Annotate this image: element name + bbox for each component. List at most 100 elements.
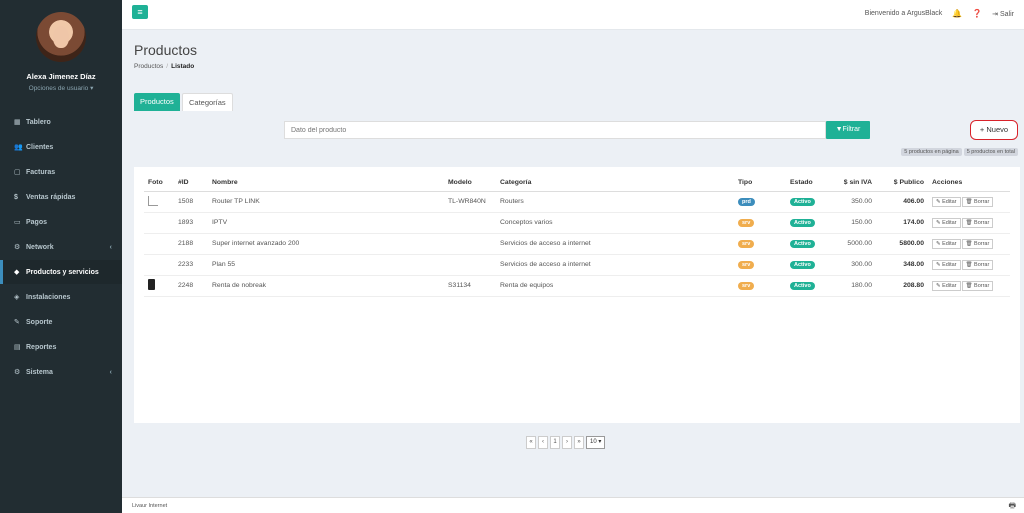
cell-net-price: 150.00 [824,212,876,234]
breadcrumb-separator: / [166,63,169,70]
cell-model: TL-WR840N [444,191,496,213]
sidebar-item-instalaciones[interactable]: ◈ Instalaciones [0,285,122,309]
sidebar-item-network[interactable]: ⚙ Network ‹ [0,235,122,259]
sidebar-item-productos[interactable]: ◆ Productos y servicios [0,260,122,284]
cell-actions: ✎ Editar 🗑 Borrar [928,254,1010,276]
products-panel: Foto #ID Nombre Modelo Categoría Tipo Es… [134,167,1020,423]
col-acciones: Acciones [928,175,1010,192]
footer: Livaur Internet 🖶 [122,497,1024,513]
cell-name: Router TP LINK [208,191,444,213]
router-icon [148,195,158,206]
help-icon[interactable]: ❓ [972,9,982,18]
tab-categorias[interactable]: Categorías [182,93,233,111]
type-badge: prd [738,197,755,206]
cell-model [444,212,496,234]
next-page-button[interactable]: › [562,436,572,449]
cell-id: 2233 [174,254,208,276]
printer-icon[interactable]: 🖶 [1008,498,1016,513]
new-product-button[interactable]: + Nuevo [970,120,1018,140]
sidebar-item-pagos[interactable]: ▭ Pagos [0,210,122,234]
table-row: 2248 Renta de nobreak S31134 Renta de eq… [144,275,1010,297]
total-count-badge: 5 productos en total [963,148,1018,156]
product-photo [144,212,174,234]
type-badge: srv [738,218,755,227]
edit-button[interactable]: ✎ Editar [932,217,961,228]
logout-icon: ⇥ [992,10,1000,18]
product-photo [144,254,174,276]
sidebar-item-facturas[interactable]: ▢ Facturas [0,160,122,184]
edit-button[interactable]: ✎ Editar [932,196,961,207]
cell-type: srv [734,275,786,297]
delete-button[interactable]: 🗑 Borrar [961,259,994,270]
sidebar: Alexa Jimenez Díaz Opciones de usuario ▾… [0,0,122,513]
delete-button[interactable]: 🗑 Borrar [961,280,994,291]
col-foto: Foto [144,175,174,192]
cell-type: srv [734,233,786,255]
cell-net-price: 350.00 [824,191,876,213]
tab-productos[interactable]: Productos [134,93,180,111]
last-page-button[interactable]: » [574,436,584,449]
per-page-select[interactable]: 10 ▾ [586,436,606,449]
col-nombre: Nombre [208,175,444,192]
cell-id: 1508 [174,191,208,213]
breadcrumb-current: Listado [171,63,195,70]
status-badge: Activo [790,239,815,248]
cell-type: srv [734,254,786,276]
first-page-button[interactable]: « [526,436,536,449]
products-table: Foto #ID Nombre Modelo Categoría Tipo Es… [144,175,1010,297]
page-1-button[interactable]: 1 [550,436,560,449]
wrench-icon: ✎ [14,319,20,326]
chevron-left-icon: ‹ [109,243,112,251]
cell-status: Activo [786,254,824,276]
cell-type: prd [734,191,786,213]
cell-category: Conceptos varios [496,212,734,234]
card-icon: ▭ [14,219,21,226]
cell-model [444,254,496,276]
gears-icon: ⚙ [14,369,21,376]
delete-button[interactable]: 🗑 Borrar [961,217,994,228]
edit-button[interactable]: ✎ Editar [932,280,961,291]
breadcrumb: Productos / Listado [134,63,194,70]
bell-icon[interactable]: 🔔 [952,9,962,18]
status-badge: Activo [790,281,815,290]
sidebar-item-sistema[interactable]: ⚙ Sistema ‹ [0,360,122,384]
cell-actions: ✎ Editar 🗑 Borrar [928,191,1010,213]
users-icon: 👥 [14,144,23,151]
cell-id: 2188 [174,233,208,255]
dollar-icon: $ [14,193,18,201]
sidebar-item-soporte[interactable]: ✎ Soporte [0,310,122,334]
user-options-dropdown[interactable]: Opciones de usuario ▾ [0,84,122,92]
table-row: 2233 Plan 55 Servicios de acceso a inter… [144,254,1010,276]
cell-status: Activo [786,191,824,213]
table-row: 2188 Super internet avanzado 200 Servici… [144,233,1010,255]
product-photo [144,275,174,297]
sidebar-item-tablero[interactable]: ▦ Tablero [0,110,122,134]
cell-public-price: 174.00 [876,212,928,234]
filter-button[interactable]: ▼Filtrar [826,121,870,139]
edit-button[interactable]: ✎ Editar [932,238,961,249]
product-search-input[interactable] [284,121,826,139]
cell-name: Renta de nobreak [208,275,444,297]
welcome-text: Bienvenido a ArgusBlack [864,10,943,17]
sidebar-item-ventas[interactable]: $ Ventas rápidas [0,185,122,209]
sidebar-item-clientes[interactable]: 👥 Clientes [0,135,122,159]
cell-status: Activo [786,233,824,255]
cell-name: Plan 55 [208,254,444,276]
col-categoria: Categoría [496,175,734,192]
delete-button[interactable]: 🗑 Borrar [961,238,994,249]
sidebar-item-reportes[interactable]: ▤ Reportes [0,335,122,359]
prev-page-button[interactable]: ‹ [538,436,548,449]
cell-status: Activo [786,275,824,297]
menu-toggle-button[interactable]: ≡ [132,5,148,19]
ups-icon [148,279,155,290]
report-icon: ▤ [14,344,21,351]
cell-id: 1893 [174,212,208,234]
avatar [36,12,86,62]
cell-name: Super internet avanzado 200 [208,233,444,255]
logout-link[interactable]: ⇥ Salir [992,10,1014,18]
top-right-nav: Bienvenido a ArgusBlack 🔔 ❓ ⇥ Salir [865,9,1014,18]
delete-button[interactable]: 🗑 Borrar [961,196,994,207]
breadcrumb-root[interactable]: Productos [134,63,163,70]
cell-net-price: 300.00 [824,254,876,276]
edit-button[interactable]: ✎ Editar [932,259,961,270]
